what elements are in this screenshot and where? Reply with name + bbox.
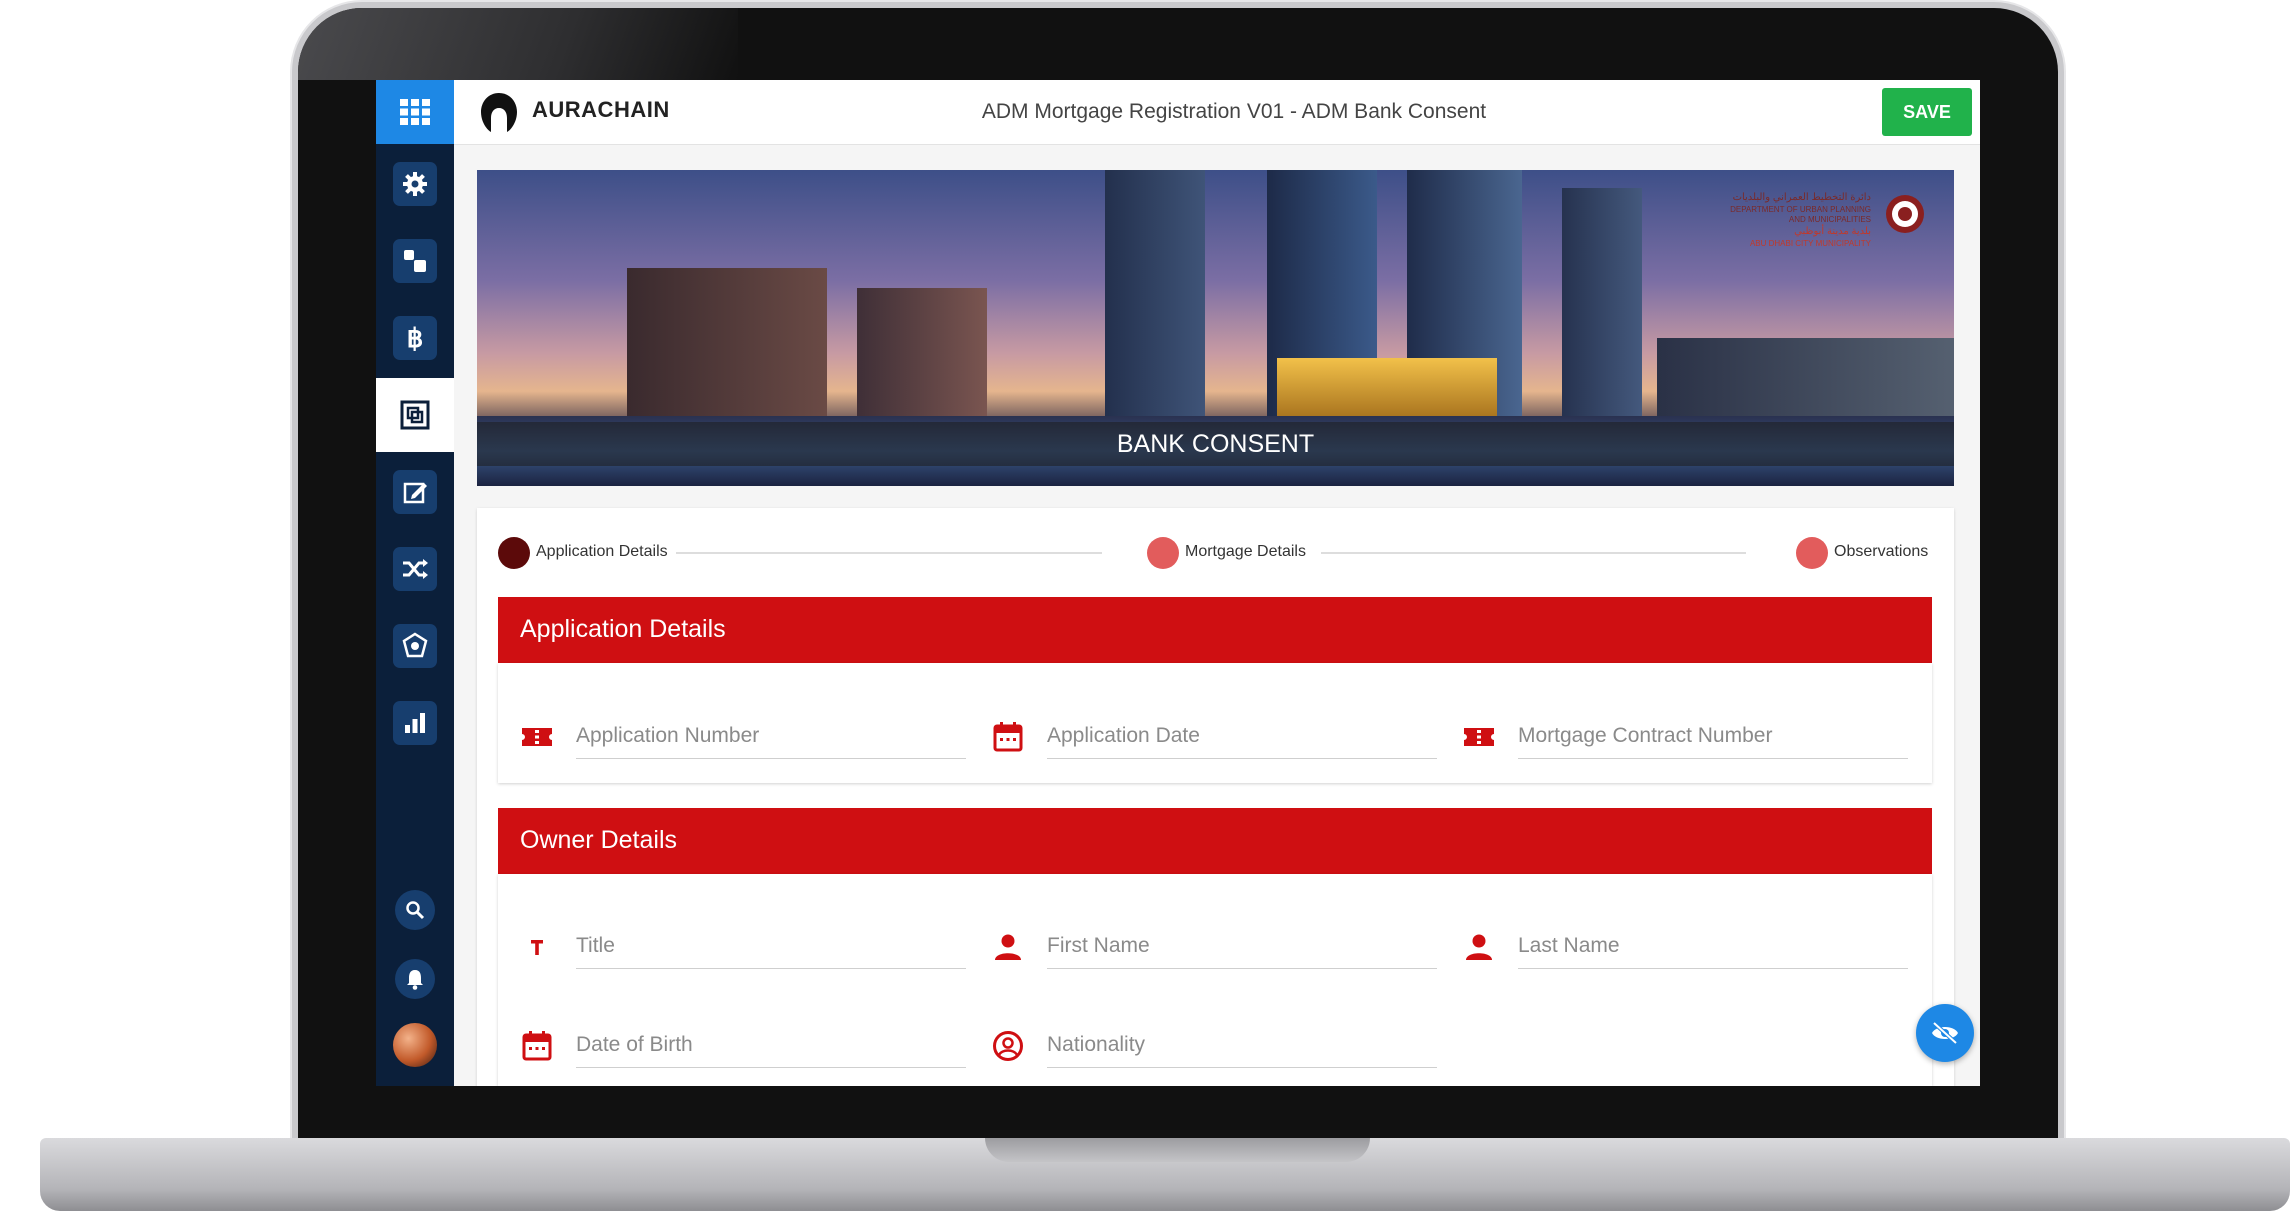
aurachain-logo-icon [481, 93, 517, 132]
application-number-input[interactable] [576, 714, 966, 759]
bitcoin-icon: ฿ [406, 322, 424, 353]
banner-building [627, 268, 827, 418]
sidebar-item-shuffle[interactable] [376, 532, 454, 606]
sidebar-item-network[interactable] [376, 609, 454, 683]
org-line: بلدية مدينة أبوظبي [1794, 226, 1871, 237]
process-icon [404, 250, 426, 272]
page-title: ADM Mortgage Registration V01 - ADM Bank… [981, 100, 1487, 123]
sidebar-item-reports[interactable] [376, 686, 454, 760]
account-circle-icon [993, 1031, 1023, 1061]
banner-caption: BANK CONSENT [1116, 430, 1315, 458]
banner: BANK CONSENT دائرة التخطيط العمراني والب… [477, 170, 1954, 486]
section-title: Owner Details [520, 826, 677, 854]
banner-building [1105, 170, 1205, 418]
date-of-birth-input[interactable] [576, 1023, 966, 1068]
owner-details-header: Owner Details [498, 808, 1932, 874]
top-bar: AURACHAIN ADM Mortgage Registration V01 … [454, 80, 1980, 145]
org-line: DEPARTMENT OF URBAN PLANNING [1730, 205, 1871, 214]
ticket-icon [1464, 728, 1494, 746]
sidebar-item-settings[interactable] [376, 147, 454, 221]
banner-building [1277, 358, 1497, 418]
avatar[interactable] [393, 1023, 437, 1067]
step-label-observations[interactable]: Observations [1834, 543, 1928, 561]
lid-glare [298, 8, 738, 80]
first-name-input[interactable] [1047, 924, 1437, 969]
title-input[interactable] [576, 924, 966, 969]
network-icon [402, 632, 428, 658]
calendar-icon [522, 1031, 552, 1061]
municipality-logo: دائرة التخطيط العمراني والبلديات DEPARTM… [1727, 190, 1927, 270]
last-name-input[interactable] [1518, 924, 1908, 969]
laptop-notch [985, 1138, 1370, 1162]
eye-off-icon [1932, 1021, 1958, 1045]
step-dot-observations[interactable] [1796, 537, 1828, 569]
org-line: AND MUNICIPALITIES [1788, 215, 1871, 224]
grid-icon [400, 99, 430, 125]
stepper-connector [676, 552, 1102, 554]
text-icon [531, 940, 543, 955]
emblem-icon [1886, 195, 1924, 233]
banner-building [1657, 338, 1954, 418]
brand-name: AURACHAIN [532, 97, 670, 122]
org-line: ABU DHABI CITY MUNICIPALITY [1749, 239, 1871, 248]
notifications-button[interactable] [395, 959, 435, 999]
ticket-icon [522, 728, 552, 746]
apps-menu-button[interactable] [376, 80, 454, 144]
application-date-input[interactable] [1047, 714, 1437, 759]
sidebar-item-bitcoin[interactable]: ฿ [376, 301, 454, 375]
sidebar-item-forms[interactable] [376, 378, 454, 452]
app-screen: ฿ AURACHAIN ADM Mortgage Registration V0… [376, 80, 1980, 1086]
sidebar-item-process[interactable] [376, 224, 454, 298]
application-details-header: Application Details [498, 597, 1932, 663]
settings-icon [403, 172, 427, 196]
shuffle-icon [403, 559, 428, 579]
stepper-connector [1321, 552, 1746, 554]
sidebar: ฿ [376, 80, 454, 1086]
org-line: دائرة التخطيط العمراني والبلديات [1732, 192, 1871, 203]
step-label-application[interactable]: Application Details [536, 543, 668, 561]
person-icon [1466, 934, 1492, 960]
step-dot-mortgage[interactable] [1147, 537, 1179, 569]
search-button[interactable] [395, 890, 435, 930]
bar-chart-icon [405, 713, 425, 733]
sidebar-item-edit[interactable] [376, 455, 454, 529]
edit-icon [403, 482, 427, 504]
form-icon [400, 400, 430, 430]
step-dot-application[interactable] [498, 537, 530, 569]
bell-icon [407, 970, 423, 990]
mortgage-contract-number-input[interactable] [1518, 714, 1908, 759]
banner-building [1562, 188, 1642, 418]
person-icon [995, 934, 1021, 960]
save-button[interactable]: SAVE [1882, 88, 1972, 136]
search-icon [406, 901, 425, 920]
section-title: Application Details [520, 615, 726, 643]
nationality-input[interactable] [1047, 1023, 1437, 1068]
calendar-icon [993, 722, 1023, 752]
step-label-mortgage[interactable]: Mortgage Details [1185, 543, 1306, 561]
banner-building [857, 288, 987, 418]
toggle-visibility-button[interactable] [1916, 1004, 1974, 1062]
